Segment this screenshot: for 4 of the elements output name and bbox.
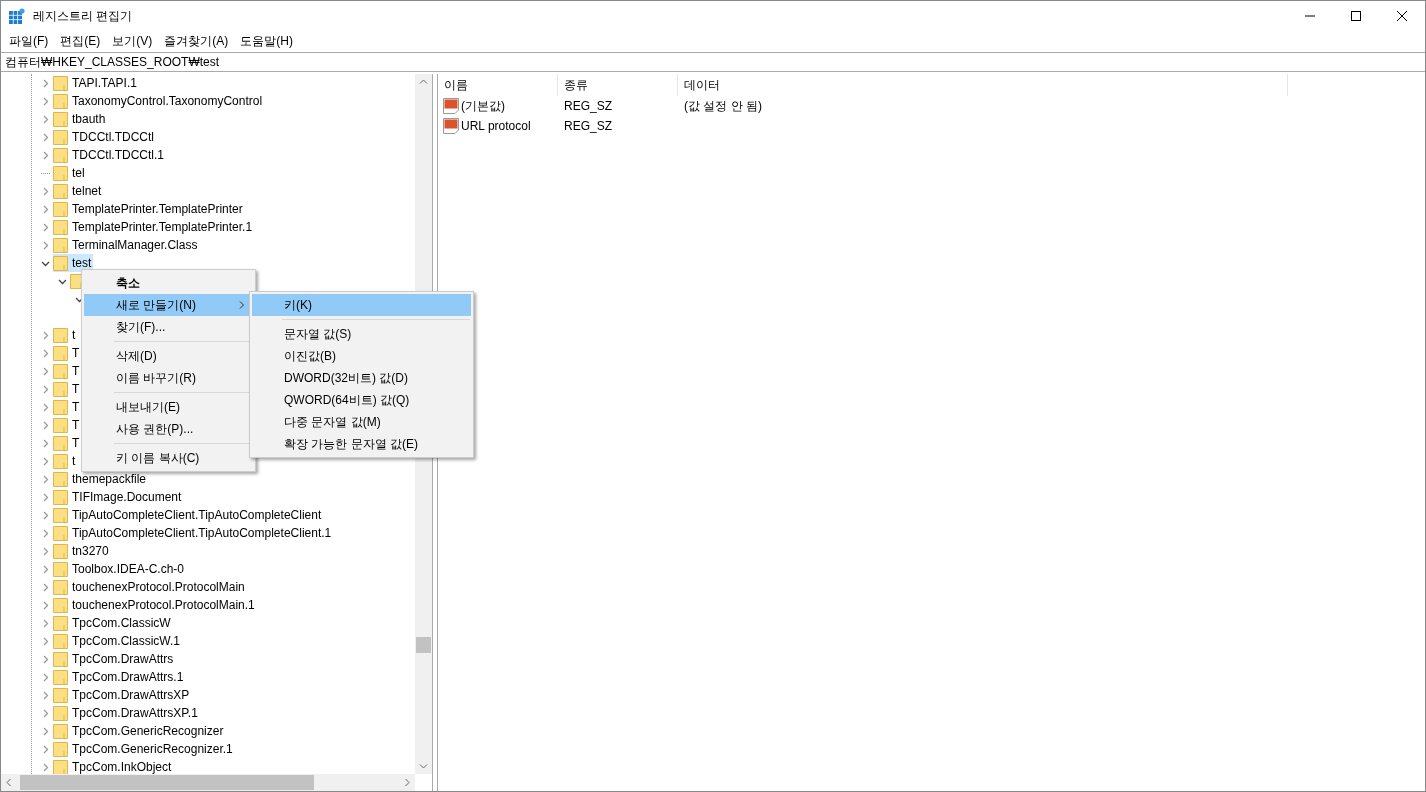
window-title: 레지스트리 편집기 bbox=[33, 8, 133, 25]
value-data: (값 설정 안 됨) bbox=[683, 98, 762, 115]
value-type: REG_SZ bbox=[563, 118, 613, 135]
value-type: REG_SZ bbox=[563, 98, 613, 115]
